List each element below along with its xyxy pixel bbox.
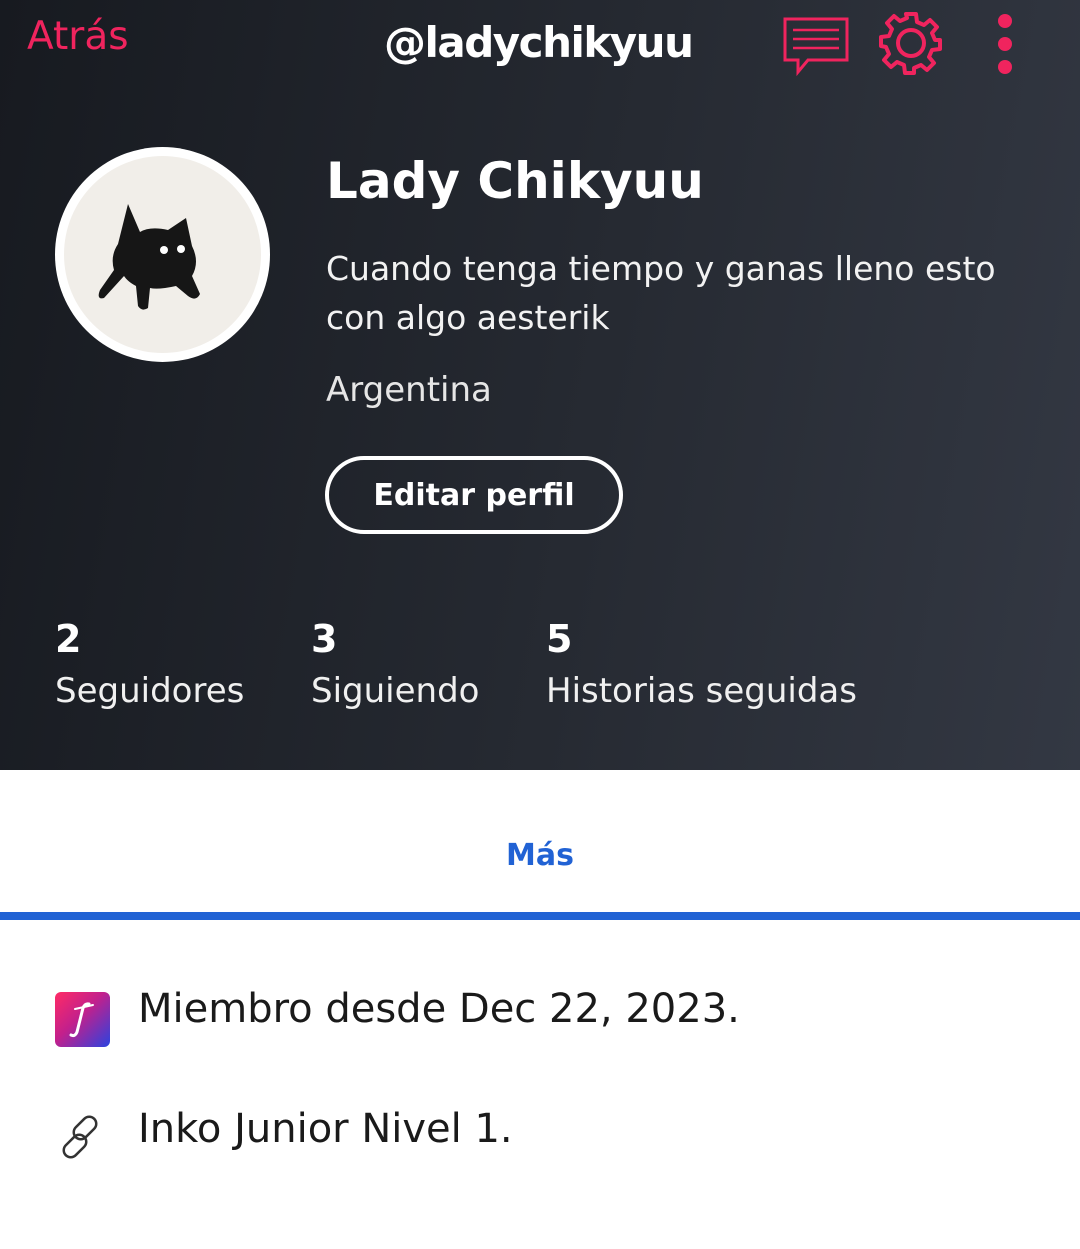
followed-stories-label: Historias seguidas <box>546 671 857 711</box>
followed-stories-count: 5 <box>546 617 573 661</box>
tab-more[interactable]: Más <box>0 770 1080 920</box>
messages-button[interactable] <box>782 16 850 77</box>
avatar[interactable] <box>55 147 270 362</box>
avatar-image <box>64 156 261 353</box>
profile-location: Argentina <box>326 370 492 410</box>
profile-bio: Cuando tenga tiempo y ganas lleno esto c… <box>326 249 996 337</box>
messages-icon <box>783 17 849 77</box>
edit-profile-button[interactable]: Editar perfil <box>325 456 623 534</box>
followers-count: 2 <box>55 617 82 661</box>
settings-button[interactable] <box>878 10 944 76</box>
profile-header: Atrás @ladychikyuu Lady Chikyuu Cuando t… <box>0 0 1080 770</box>
level-text: Inko Junior Nivel 1. <box>138 1106 513 1152</box>
following-label: Siguiendo <box>311 671 480 711</box>
link-icon <box>58 1112 108 1162</box>
inkspired-badge-icon <box>55 992 110 1047</box>
more-vertical-icon <box>998 14 1012 74</box>
back-link[interactable]: Atrás <box>27 14 129 59</box>
member-since-row: Miembro desde Dec 22, 2023. <box>0 970 1080 1050</box>
followers-label: Seguidores <box>55 671 245 711</box>
profile-tabs: Más <box>0 770 1080 920</box>
followers-stat[interactable]: 2 Seguidores <box>55 616 244 720</box>
black-cat-avatar <box>98 203 200 310</box>
page-title-username: @ladychikyuu <box>384 18 694 67</box>
settings-gear-icon <box>879 12 942 75</box>
level-row: Inko Junior Nivel 1. <box>0 1090 1080 1170</box>
member-since-text: Miembro desde Dec 22, 2023. <box>138 986 740 1032</box>
following-stat[interactable]: 3 Siguiendo <box>311 616 479 720</box>
following-count: 3 <box>311 617 338 661</box>
active-tab-indicator <box>0 912 1080 920</box>
more-options-button[interactable] <box>990 12 1020 78</box>
display-name: Lady Chikyuu <box>326 152 704 210</box>
followed-stories-stat[interactable]: 5 Historias seguidas <box>546 616 857 720</box>
tab-more-label: Más <box>506 838 574 873</box>
